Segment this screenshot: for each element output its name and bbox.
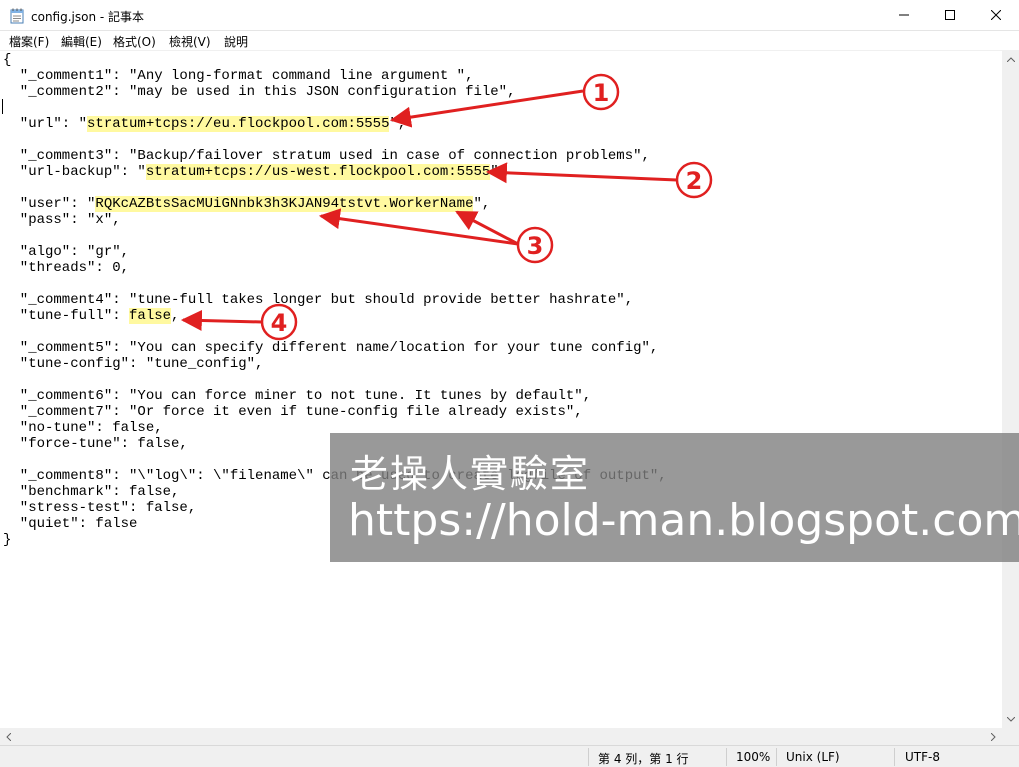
scroll-right-button[interactable] [985, 728, 1002, 745]
editor-line[interactable] [3, 100, 667, 116]
line-text: , [171, 308, 180, 324]
maximize-icon [945, 10, 955, 20]
editor-line[interactable]: { [3, 52, 667, 68]
editor-line[interactable]: "threads": 0, [3, 260, 667, 276]
chevron-right-icon [991, 732, 996, 741]
line-text: "_comment6": "You can force miner to not… [3, 388, 592, 404]
editor-line[interactable]: "tune-full": false, [3, 308, 667, 324]
line-text: "threads": 0, [3, 260, 130, 276]
text-editor[interactable]: { "_comment1": "Any long-format command … [0, 51, 1002, 728]
scroll-up-button[interactable] [1002, 51, 1019, 68]
status-line-ending: Unix (LF) [786, 750, 840, 764]
status-divider [588, 748, 589, 766]
editor-line[interactable] [3, 324, 667, 340]
editor-line[interactable]: "algo": "gr", [3, 244, 667, 260]
line-text: "tune-config": "tune_config", [3, 356, 264, 372]
line-text: "quiet": false [3, 516, 138, 532]
line-text: "_comment2": "may be used in this JSON c… [3, 84, 516, 100]
watermark-url: https://hold-man.blogspot.com [348, 495, 1019, 546]
status-encoding: UTF-8 [905, 750, 940, 764]
title-bar: config.json - 記事本 [0, 0, 1019, 31]
line-text: "_comment7": "Or force it even if tune-c… [3, 404, 583, 420]
editor-line[interactable]: "_comment1": "Any long-format command li… [3, 68, 667, 84]
menu-help[interactable]: 說明 [224, 33, 248, 50]
editor-line[interactable]: "_comment2": "may be used in this JSON c… [3, 84, 667, 100]
editor-line[interactable] [3, 372, 667, 388]
line-text: "benchmark": false, [3, 484, 180, 500]
text-caret [2, 99, 3, 114]
editor-line[interactable]: "url": "stratum+tcps://eu.flockpool.com:… [3, 116, 667, 132]
watermark-title: 老操人實驗室 [350, 452, 591, 496]
watermark-banner: 老操人實驗室 https://hold-man.blogspot.com [330, 433, 1019, 562]
maximize-button[interactable] [927, 0, 973, 30]
line-text: ", [389, 116, 407, 132]
editor-line[interactable]: "_comment4": "tune-full takes longer but… [3, 292, 667, 308]
line-text: "pass": "x", [3, 212, 121, 228]
scroll-down-button[interactable] [1002, 711, 1019, 728]
line-text: "_comment4": "tune-full takes longer but… [3, 292, 634, 308]
window-title: config.json - 記事本 [31, 10, 145, 24]
horizontal-scrollbar[interactable] [0, 728, 1002, 745]
line-text: "_comment1": "Any long-format command li… [3, 68, 474, 84]
vertical-scrollbar[interactable] [1002, 51, 1019, 728]
status-divider [726, 748, 727, 766]
status-divider [894, 748, 895, 766]
line-text: "_comment3": "Backup/failover stratum us… [3, 148, 650, 164]
minimize-icon [899, 14, 909, 16]
menu-edit[interactable]: 編輯(E) [61, 33, 102, 50]
line-text: "no-tune": false, [3, 420, 163, 436]
menu-format[interactable]: 格式(O) [113, 33, 156, 50]
editor-line[interactable]: "_comment6": "You can force miner to not… [3, 388, 667, 404]
line-text: "algo": "gr", [3, 244, 130, 260]
highlighted-text: false [129, 308, 172, 324]
close-icon [991, 10, 1001, 20]
line-text: "url": " [3, 116, 88, 132]
editor-line[interactable] [3, 180, 667, 196]
line-text: } [3, 532, 12, 548]
status-bar: 第 4 列，第 1 行 100% Unix (LF) UTF-8 [0, 745, 1019, 767]
editor-line[interactable]: "user": "RQKcAZBtsSacMUiGNnbk3h3KJAN94ts… [3, 196, 667, 212]
minimize-button[interactable] [881, 0, 927, 30]
editor-line[interactable]: "_comment5": "You can specify different … [3, 340, 667, 356]
editor-line[interactable] [3, 228, 667, 244]
line-text: "tune-full": [3, 308, 130, 324]
editor-line[interactable]: "_comment3": "Backup/failover stratum us… [3, 148, 667, 164]
menu-bar: 檔案(F) 編輯(E) 格式(O) 檢視(V) 說明 [0, 31, 1019, 51]
status-zoom: 100% [736, 750, 771, 764]
line-text: ", [490, 164, 508, 180]
chevron-down-icon [1006, 717, 1015, 722]
editor-line[interactable]: "pass": "x", [3, 212, 667, 228]
scrollbar-corner [1002, 728, 1019, 745]
line-text: "force-tune": false, [3, 436, 188, 452]
status-divider [776, 748, 777, 766]
line-text: "user": " [3, 196, 96, 212]
editor-line[interactable]: "_comment7": "Or force it even if tune-c… [3, 404, 667, 420]
highlighted-text: RQKcAZBtsSacMUiGNnbk3h3KJAN94tstvt.Worke… [95, 196, 474, 212]
highlighted-text: stratum+tcps://us-west.flockpool.com:555… [145, 164, 491, 180]
menu-view[interactable]: 檢視(V) [169, 33, 211, 50]
editor-line[interactable]: "url-backup": "stratum+tcps://us-west.fl… [3, 164, 667, 180]
line-text: "stress-test": false, [3, 500, 197, 516]
notepad-icon [10, 8, 24, 24]
editor-line[interactable]: "tune-config": "tune_config", [3, 356, 667, 372]
editor-line[interactable] [3, 276, 667, 292]
chevron-left-icon [6, 732, 11, 741]
menu-file[interactable]: 檔案(F) [9, 33, 49, 50]
line-text: "url-backup": " [3, 164, 146, 180]
line-text: ", [473, 196, 491, 212]
line-text: { [3, 52, 12, 68]
close-button[interactable] [973, 0, 1019, 30]
status-cursor-position: 第 4 列，第 1 行 [598, 752, 689, 766]
editor-line[interactable] [3, 132, 667, 148]
highlighted-text: stratum+tcps://eu.flockpool.com:5555 [87, 116, 390, 132]
line-text: "_comment5": "You can specify different … [3, 340, 659, 356]
scroll-left-button[interactable] [0, 728, 17, 745]
chevron-up-icon [1006, 57, 1015, 62]
